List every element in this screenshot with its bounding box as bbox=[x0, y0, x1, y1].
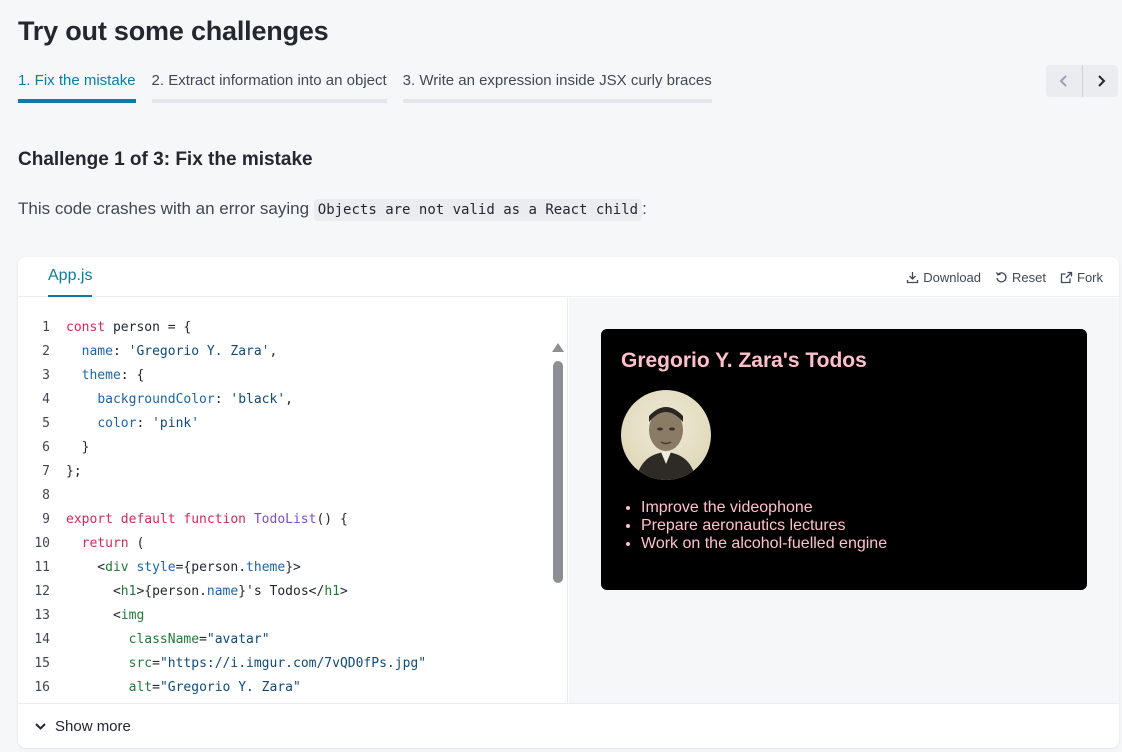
code-line: 7}; bbox=[18, 459, 82, 483]
line-number: 12 bbox=[34, 583, 50, 599]
code-text: <h1>{person.name}'s Todos</h1> bbox=[66, 583, 348, 599]
code-line: 9 export default function TodoList() { bbox=[18, 507, 348, 531]
code-line: 1 const person = { bbox=[18, 315, 191, 339]
code-line: 2 name: 'Gregorio Y. Zara', bbox=[18, 339, 277, 363]
code-line: 14 className="avatar" bbox=[18, 627, 270, 651]
chevron-left-icon bbox=[1059, 75, 1067, 87]
challenge-text-after: : bbox=[642, 199, 647, 218]
line-number: 2 bbox=[42, 343, 50, 359]
next-challenge-button[interactable] bbox=[1082, 65, 1118, 97]
line-number: 11 bbox=[34, 559, 50, 575]
line-number: 3 bbox=[42, 367, 50, 383]
code-text: alt="Gregorio Y. Zara" bbox=[128, 679, 301, 695]
code-line: 16 alt="Gregorio Y. Zara" bbox=[18, 675, 301, 699]
code-line: 3 theme: { bbox=[18, 363, 144, 387]
prev-challenge-button[interactable] bbox=[1046, 65, 1082, 97]
sandbox-header: App.js Download Reset Fork bbox=[18, 257, 1119, 297]
list-item: Prepare aeronautics lectures bbox=[641, 517, 887, 535]
challenge-description: This code crashes with an error saying O… bbox=[18, 199, 647, 221]
page-title: Try out some challenges bbox=[18, 16, 329, 46]
chevron-down-icon bbox=[35, 722, 46, 730]
code-line: 8 bbox=[18, 483, 66, 507]
todo-list: Improve the videophone Prepare aeronauti… bbox=[641, 499, 887, 553]
code-text: color: 'pink' bbox=[97, 415, 200, 431]
preview-pane: Gregorio Y. Zara's Todos Improve the vid… bbox=[569, 298, 1119, 703]
reset-label: Reset bbox=[1012, 269, 1046, 285]
code-line: 10 return ( bbox=[18, 531, 144, 555]
code-line: 12 <h1>{person.name}'s Todos</h1> bbox=[18, 579, 348, 603]
code-text: <div style={person.theme}> bbox=[66, 559, 301, 575]
challenge-heading-title: Fix the mistake bbox=[175, 149, 313, 170]
code-text: backgroundColor: 'black', bbox=[97, 391, 293, 407]
scroll-thumb[interactable] bbox=[553, 361, 563, 583]
line-number: 7 bbox=[42, 463, 50, 479]
show-more-button[interactable]: Show more bbox=[18, 703, 1119, 748]
download-icon bbox=[907, 271, 919, 283]
list-item: Improve the videophone bbox=[641, 499, 887, 517]
fork-button[interactable]: Fork bbox=[1060, 270, 1103, 285]
code-text: export default function TodoList() { bbox=[66, 511, 348, 527]
scroll-up-arrow[interactable] bbox=[552, 343, 564, 353]
tab-fix-the-mistake[interactable]: 1. Fix the mistake bbox=[18, 72, 136, 103]
file-tab-app-js[interactable]: App.js bbox=[48, 257, 93, 297]
code-line: 6 } bbox=[18, 435, 89, 459]
error-inline-code: Objects are not valid as a React child bbox=[313, 199, 643, 221]
chevron-right-icon bbox=[1097, 75, 1105, 87]
code-line: 13 <img bbox=[18, 603, 144, 627]
line-number: 9 bbox=[42, 511, 50, 527]
code-text: return ( bbox=[81, 535, 145, 551]
code-editor[interactable]: 1 const person = { 2 name: 'Gregorio Y. Z… bbox=[18, 298, 568, 703]
line-number: 13 bbox=[34, 607, 50, 623]
tab-write-expression[interactable]: 3. Write an expression inside JSX curly … bbox=[402, 72, 712, 103]
code-text: src="https://i.imgur.com/7vQD0fPs.jpg" bbox=[128, 655, 427, 671]
portrait-image bbox=[636, 407, 696, 480]
code-text: <img bbox=[66, 607, 145, 623]
line-number: 15 bbox=[34, 655, 50, 671]
challenge-nav bbox=[1046, 65, 1118, 97]
code-text: const person = { bbox=[66, 319, 192, 335]
reset-button[interactable]: Reset bbox=[995, 270, 1046, 285]
line-number: 10 bbox=[34, 535, 50, 551]
external-link-icon bbox=[1060, 271, 1073, 283]
line-number: 4 bbox=[42, 391, 50, 407]
code-text: } bbox=[66, 439, 90, 455]
code-text: theme: { bbox=[81, 367, 145, 383]
code-text: }; bbox=[66, 463, 82, 479]
code-line: 5 color: 'pink' bbox=[18, 411, 199, 435]
code-line: 11 <div style={person.theme}> bbox=[18, 555, 301, 579]
triangle-up-icon bbox=[552, 343, 564, 352]
show-more-label: Show more bbox=[55, 717, 131, 735]
tab-extract-information[interactable]: 2. Extract information into an object bbox=[151, 72, 387, 103]
line-number: 16 bbox=[34, 679, 50, 695]
code-sandbox: App.js Download Reset Fork 1 const person… bbox=[18, 257, 1119, 748]
code-line: 4 backgroundColor: 'black', bbox=[18, 387, 293, 411]
avatar bbox=[621, 390, 711, 480]
challenge-heading: Challenge 1 of 3: Fix the mistake bbox=[18, 149, 313, 171]
sandbox-actions: Download Reset Fork bbox=[906, 257, 1103, 297]
line-number: 6 bbox=[42, 439, 50, 455]
code-line: 15 src="https://i.imgur.com/7vQD0fPs.jpg… bbox=[18, 651, 426, 675]
editor-scrollbar[interactable] bbox=[552, 341, 564, 703]
reset-icon bbox=[995, 271, 1007, 282]
preview-card: Gregorio Y. Zara's Todos Improve the vid… bbox=[601, 329, 1087, 590]
code-text: className="avatar" bbox=[128, 631, 270, 647]
code-text: name: 'Gregorio Y. Zara', bbox=[81, 343, 278, 359]
list-item: Work on the alcohol-fuelled engine bbox=[641, 535, 887, 553]
challenge-tabs: 1. Fix the mistake 2. Extract informatio… bbox=[18, 72, 712, 103]
line-number: 14 bbox=[34, 631, 50, 647]
fork-label: Fork bbox=[1077, 269, 1103, 285]
challenge-text-before: This code crashes with an error saying bbox=[18, 199, 310, 218]
download-button[interactable]: Download bbox=[906, 270, 981, 285]
line-number: 1 bbox=[42, 319, 50, 335]
challenge-heading-prefix: Challenge 1 of 3: bbox=[18, 149, 171, 170]
line-number: 8 bbox=[42, 487, 50, 503]
download-label: Download bbox=[923, 269, 982, 285]
preview-title: Gregorio Y. Zara's Todos bbox=[621, 349, 867, 372]
line-number: 5 bbox=[42, 415, 50, 431]
